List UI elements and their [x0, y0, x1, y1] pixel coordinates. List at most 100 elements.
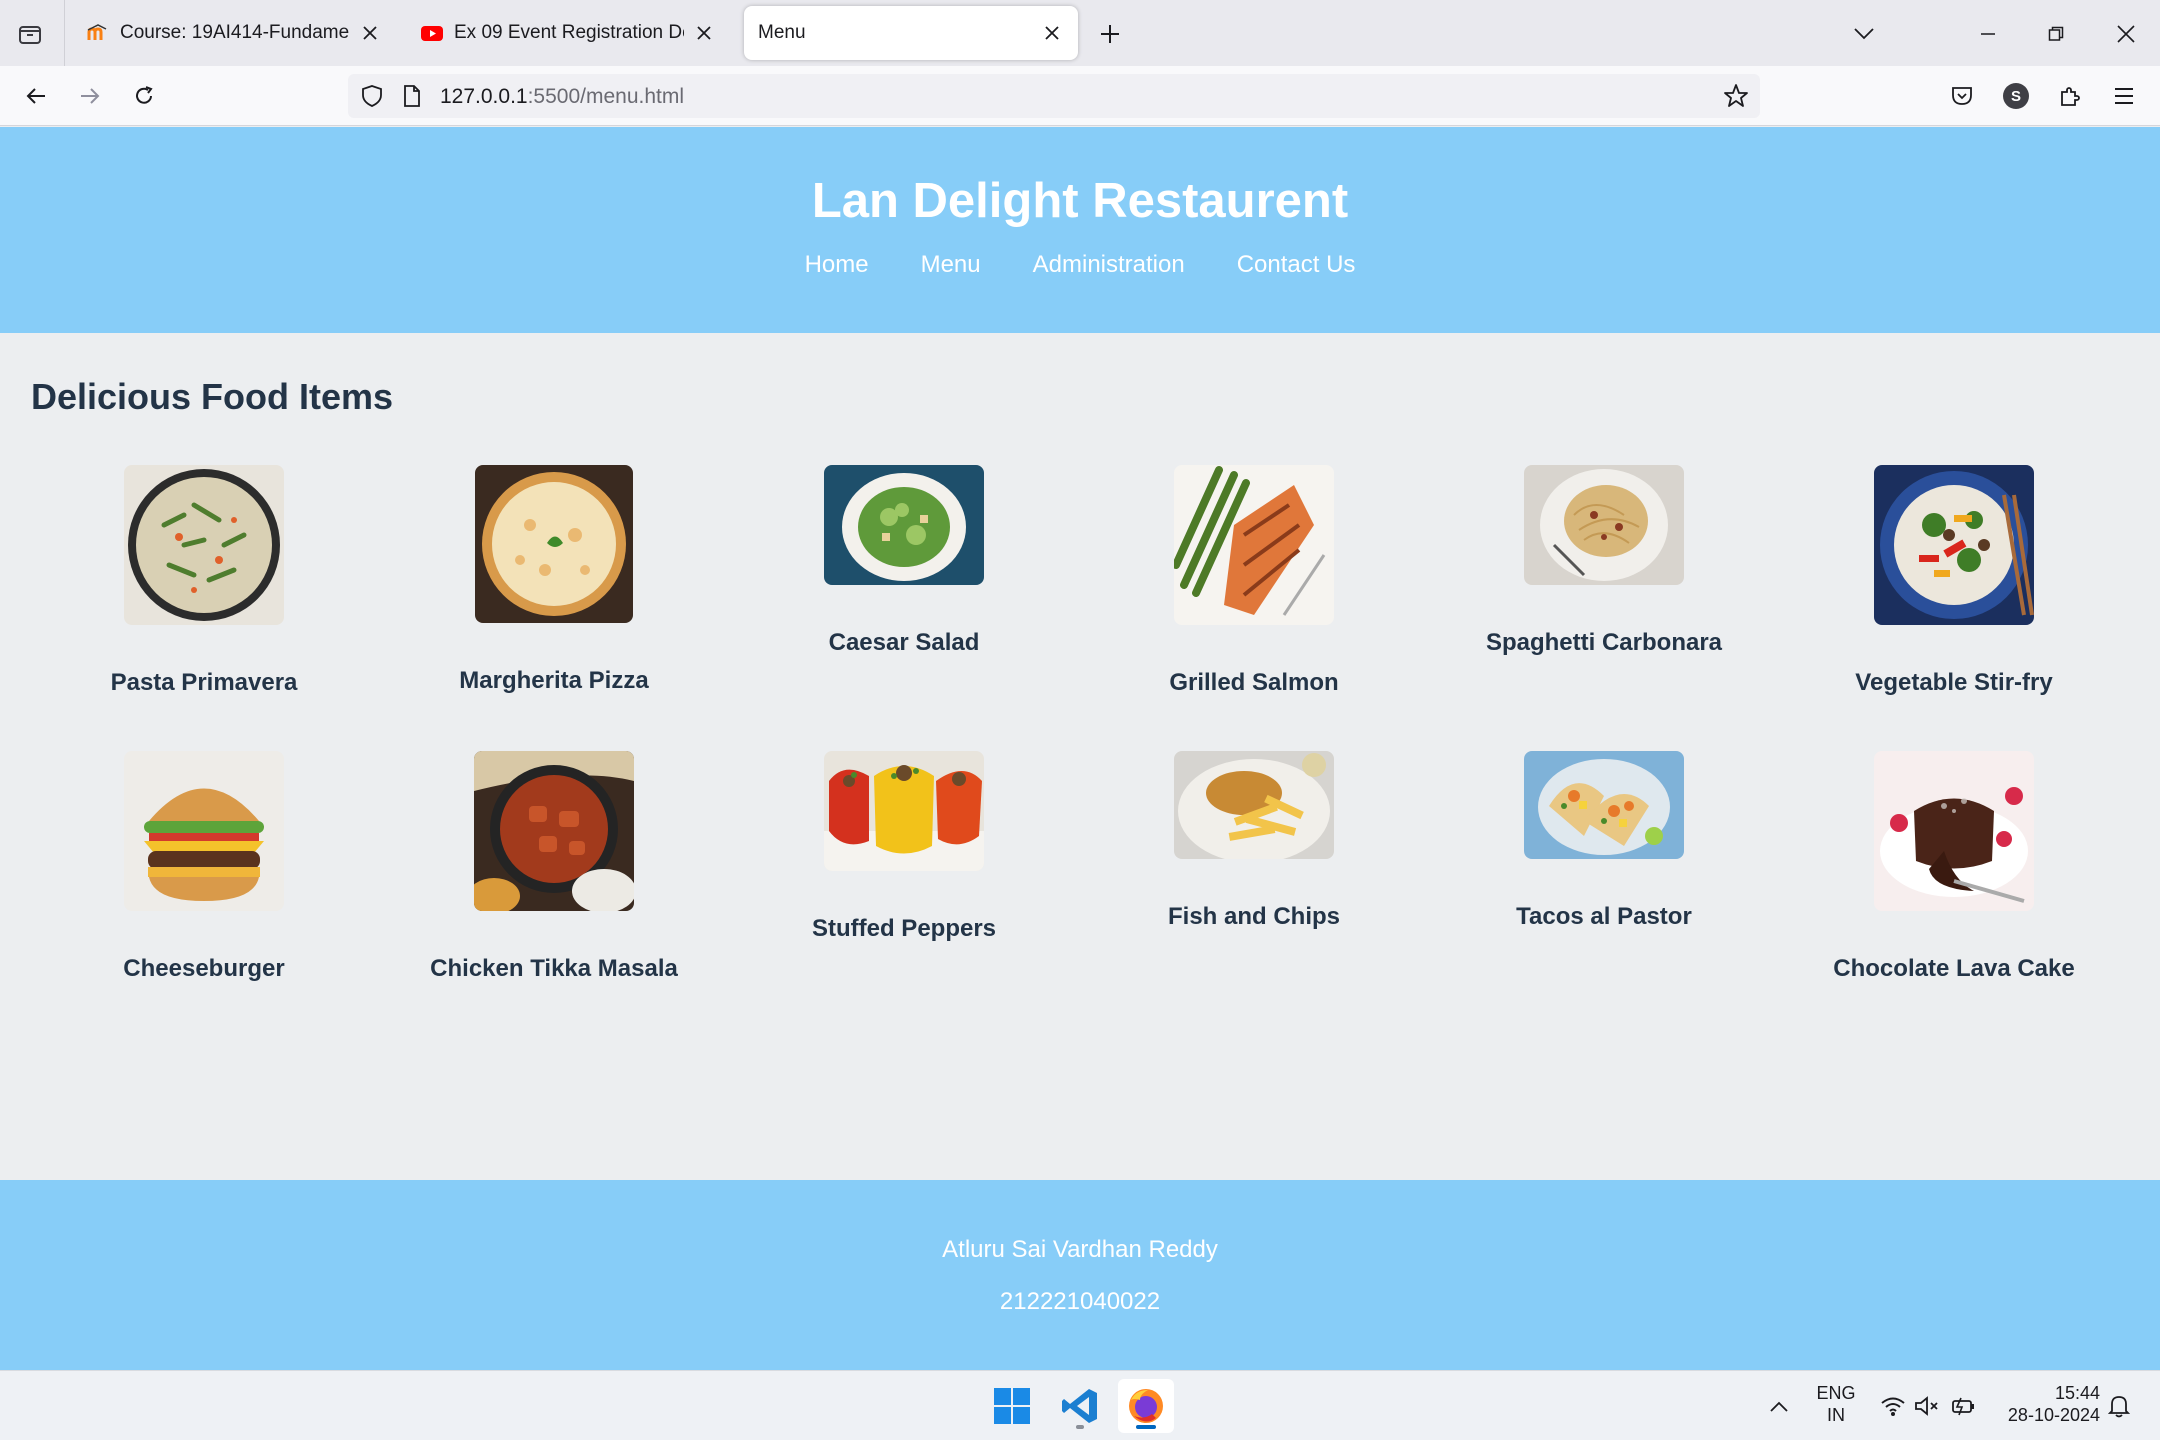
windows-icon [994, 1388, 1030, 1424]
clock[interactable]: 15:44 28-10-2024 [1996, 1382, 2100, 1426]
nav-link-home[interactable]: Home [805, 251, 869, 279]
food-name: Fish and Chips [1167, 903, 1340, 930]
food-card: Spaghetti Carbonara [1429, 465, 1779, 751]
food-card: Chocolate Lava Cake [1779, 751, 2129, 1037]
avatar: S [2003, 83, 2029, 109]
food-card: Stuffed Peppers [729, 751, 1079, 1037]
site-header: Lan Delight Restaurent Home Menu Adminis… [0, 127, 2160, 333]
bell-icon [2108, 1396, 2130, 1418]
hamburger-icon [2115, 88, 2133, 104]
list-all-tabs-button[interactable] [1844, 14, 1884, 54]
food-name: Chicken Tikka Masala [430, 955, 678, 982]
close-icon[interactable] [358, 21, 382, 45]
url-path: :5500/menu.html [527, 85, 685, 108]
firefox-taskbar-button[interactable] [1118, 1379, 1174, 1433]
arrow-left-icon [26, 88, 45, 104]
reload-icon [136, 86, 153, 104]
site-footer: Atluru Sai Vardhan Reddy 212221040022 [0, 1180, 2160, 1370]
restore-button[interactable] [2036, 14, 2076, 54]
start-button[interactable] [984, 1379, 1040, 1433]
salmon-image [1174, 465, 1334, 625]
site-nav: Home Menu Administration Contact Us [0, 251, 2160, 279]
tab-youtube[interactable]: Ex 09 Event Registration Design [406, 6, 730, 60]
tab-title: Menu [758, 22, 806, 43]
account-button[interactable]: S [1996, 76, 2036, 116]
tab-list-button[interactable] [14, 18, 46, 50]
url-text[interactable]: 127.0.0.1:5500/menu.html [440, 85, 684, 109]
stirfry-image [1874, 465, 2034, 625]
arrow-right-icon [81, 88, 100, 104]
url-host: 127.0.0.1 [440, 85, 528, 108]
tab-divider [64, 0, 65, 66]
tab-strip: Course: 19AI414-Fundamentals Ex 09 Event… [0, 0, 2160, 66]
food-name: Tacos al Pastor [1516, 903, 1692, 930]
page-icon[interactable] [396, 80, 428, 112]
close-icon[interactable] [1040, 21, 1064, 45]
lavacake-image [1874, 751, 2034, 911]
bookmark-star-icon[interactable] [1720, 80, 1752, 112]
restore-icon [2048, 26, 2064, 41]
food-grid: Pasta Primavera Margherita Pizza Caesar … [29, 465, 2129, 1037]
app-menu-button[interactable] [2104, 76, 2144, 116]
tab-course[interactable]: Course: 19AI414-Fundamentals [72, 6, 396, 60]
extensions-button[interactable] [2050, 76, 2090, 116]
tab-menu[interactable]: Menu [744, 6, 1078, 60]
spaghetti-image [1524, 465, 1684, 585]
nav-link-administration[interactable]: Administration [1033, 251, 1185, 279]
tab-list-icon [19, 26, 41, 44]
food-card: Grilled Salmon [1079, 465, 1429, 751]
food-name: Caesar Salad [828, 629, 980, 656]
food-card: Fish and Chips [1079, 751, 1429, 1037]
food-card: Cheeseburger [29, 751, 379, 1037]
food-card: Pasta Primavera [29, 465, 379, 751]
navigation-toolbar: 127.0.0.1:5500/menu.html S [0, 66, 2160, 126]
close-icon [2117, 25, 2135, 43]
nav-link-contact[interactable]: Contact Us [1237, 251, 1356, 279]
food-name: Vegetable Stir-fry [1855, 669, 2053, 696]
notifications-button[interactable] [2104, 1391, 2134, 1421]
shield-icon[interactable] [356, 80, 388, 112]
pocket-icon [1952, 87, 1972, 105]
food-card: Margherita Pizza [379, 465, 729, 751]
show-hidden-icons-button[interactable] [1764, 1391, 1794, 1421]
footer-name: Atluru Sai Vardhan Reddy [942, 1236, 1218, 1263]
vscode-taskbar-button[interactable] [1052, 1379, 1108, 1433]
minimize-button[interactable] [1968, 14, 2008, 54]
food-name: Pasta Primavera [110, 669, 298, 696]
language-indicator[interactable]: ENG IN [1808, 1382, 1864, 1426]
puzzle-icon [2061, 87, 2080, 106]
nav-link-menu[interactable]: Menu [921, 251, 981, 279]
food-card: Chicken Tikka Masala [379, 751, 729, 1037]
pocket-button[interactable] [1942, 76, 1982, 116]
food-name: Stuffed Peppers [811, 915, 997, 942]
clock-time: 15:44 [2054, 1383, 2100, 1403]
new-tab-button[interactable] [1094, 18, 1126, 50]
food-name: Spaghetti Carbonara [1485, 629, 1723, 656]
close-icon[interactable] [692, 21, 716, 45]
minimize-icon [1981, 33, 1995, 35]
food-name: Chocolate Lava Cake [1833, 955, 2075, 982]
peppers-image [824, 751, 984, 871]
food-name: Cheeseburger [123, 955, 285, 982]
running-indicator [1076, 1425, 1084, 1429]
tab-title: Course: 19AI414-Fundamentals [120, 22, 350, 43]
food-name: Grilled Salmon [1169, 669, 1339, 696]
volume-muted-icon[interactable] [1912, 1391, 1942, 1421]
fishchips-image [1174, 751, 1334, 859]
forward-button[interactable] [70, 76, 110, 116]
active-indicator [1136, 1425, 1156, 1429]
address-bar[interactable]: 127.0.0.1:5500/menu.html [348, 74, 1760, 118]
battery-icon[interactable] [1948, 1391, 1978, 1421]
pasta-image [124, 465, 284, 625]
burger-image [124, 751, 284, 911]
window-close-button[interactable] [2106, 14, 2146, 54]
back-button[interactable] [16, 76, 56, 116]
wifi-icon[interactable] [1878, 1391, 1908, 1421]
taskbar: ENG IN 15:44 28-10-2024 [0, 1370, 2160, 1440]
salad-image [824, 465, 984, 585]
food-card: Vegetable Stir-fry [1779, 465, 2129, 751]
reload-button[interactable] [124, 76, 164, 116]
language-code: ENG [1816, 1383, 1856, 1403]
section-title: Delicious Food Items [31, 376, 394, 417]
tab-title: Ex 09 Event Registration Design [454, 22, 684, 43]
